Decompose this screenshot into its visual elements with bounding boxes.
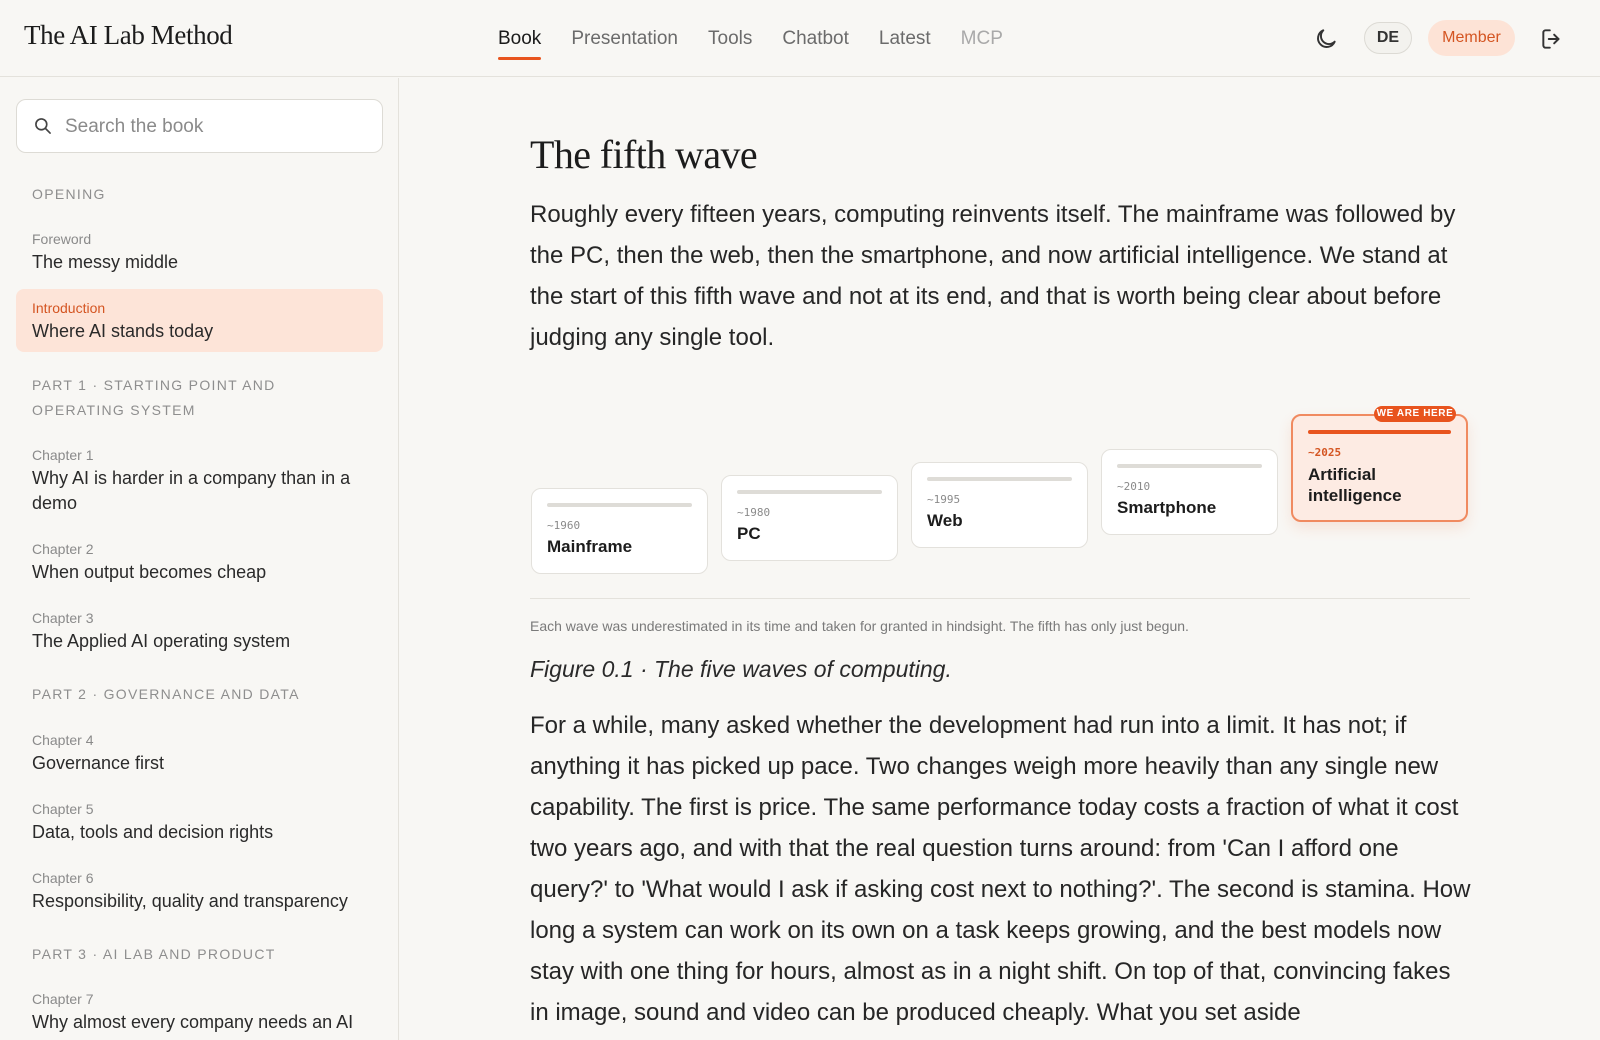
wave-bar — [737, 490, 882, 494]
toc-title: When output becomes cheap — [32, 562, 267, 582]
wave-card-smartphone[interactable]: ~2010 Smartphone — [1101, 449, 1278, 535]
toc-foreword[interactable]: Foreword The messy middle — [16, 220, 383, 283]
toc-chapter-3[interactable]: Chapter 3 The Applied AI operating syste… — [16, 599, 383, 662]
toc-introduction[interactable]: Introduction Where AI stands today — [16, 289, 383, 352]
toc-chapter-7[interactable]: Chapter 7 Why almost every company needs… — [16, 980, 383, 1040]
toc-kicker: Chapter 5 — [32, 801, 94, 817]
toc-kicker: Foreword — [32, 231, 92, 247]
book-sidebar: OPENING Foreword The messy middle Introd… — [0, 78, 399, 1040]
lead-paragraph: Roughly every fifteen years, computing r… — [530, 201, 1456, 351]
wave-year: ~1995 — [927, 493, 961, 506]
section-part-3: PART 3 · AI LAB AND PRODUCT — [32, 946, 276, 962]
we-are-here-badge: WE ARE HERE — [1374, 406, 1456, 422]
wave-name: Artificial intelligence — [1308, 465, 1402, 505]
wave-name: PC — [737, 524, 761, 543]
toc-title: Where AI stands today — [32, 321, 214, 341]
section-part-1: PART 1 · STARTING POINT AND OPERATING SY… — [32, 377, 276, 418]
figure-caption: Figure 0.1 · The five waves of computing… — [530, 656, 952, 682]
moon-icon[interactable] — [1313, 26, 1339, 52]
figure-note: Each wave was underestimated in its time… — [530, 618, 1189, 634]
wave-card-web[interactable]: ~1995 Web — [911, 462, 1088, 548]
toc-kicker: Chapter 2 — [32, 541, 94, 557]
wave-bar — [547, 503, 692, 507]
wave-card-ai[interactable]: ~2025 Artificial intelligence — [1291, 414, 1468, 522]
toc-title: Why almost every company needs an AI — [32, 1012, 354, 1032]
brand-logo[interactable]: The AI Lab Method — [24, 20, 233, 51]
wave-name: Mainframe — [547, 537, 633, 556]
nav-tools[interactable]: Tools — [708, 0, 752, 77]
search-box[interactable] — [16, 99, 383, 153]
main-nav: Book Presentation Tools Chatbot Latest M… — [498, 0, 1003, 77]
nav-presentation[interactable]: Presentation — [571, 0, 678, 77]
body-paragraph: For a while, many asked whether the deve… — [530, 712, 1471, 1026]
member-button[interactable]: Member — [1428, 20, 1515, 56]
wave-bar — [927, 477, 1072, 481]
toc-kicker: Chapter 6 — [32, 870, 94, 886]
toc-kicker: Chapter 4 — [32, 732, 94, 748]
toc-title: Responsibility, quality and transparency — [32, 891, 348, 911]
logout-icon[interactable] — [1539, 26, 1565, 52]
toc-kicker: Chapter 7 — [32, 991, 94, 1007]
wave-bar — [1308, 430, 1451, 434]
nav-book[interactable]: Book — [498, 0, 542, 77]
wave-name: Smartphone — [1117, 498, 1217, 517]
language-toggle[interactable]: DE — [1364, 22, 1412, 54]
wave-year: ~1960 — [547, 519, 581, 532]
nav-mcp[interactable]: MCP — [961, 0, 1003, 77]
wave-year: ~2010 — [1117, 480, 1151, 493]
toc-chapter-6[interactable]: Chapter 6 Responsibility, quality and tr… — [16, 859, 383, 922]
page-title: The fifth wave — [530, 132, 758, 177]
nav-chatbot[interactable]: Chatbot — [782, 0, 849, 77]
toc-title: The Applied AI operating system — [32, 631, 291, 651]
top-bar: The AI Lab Method Book Presentation Tool… — [0, 0, 1600, 77]
toc-chapter-2[interactable]: Chapter 2 When output becomes cheap — [16, 530, 383, 593]
nav-latest[interactable]: Latest — [879, 0, 931, 77]
toc-title: Governance first — [32, 753, 165, 773]
toc-chapter-1[interactable]: Chapter 1 Why AI is harder in a company … — [16, 436, 383, 524]
search-icon — [35, 118, 51, 134]
section-opening: OPENING — [32, 186, 106, 202]
wave-card-pc[interactable]: ~1980 PC — [721, 475, 898, 561]
wave-bar — [1117, 464, 1262, 468]
toc-title: Data, tools and decision rights — [32, 822, 274, 842]
toc-kicker: Chapter 3 — [32, 610, 94, 626]
wave-year: ~2025 — [1308, 446, 1342, 459]
search-input[interactable] — [65, 112, 365, 142]
toc-kicker: Chapter 1 — [32, 447, 94, 463]
toc-kicker: Introduction — [32, 300, 106, 316]
toc-title: The messy middle — [32, 252, 179, 272]
toc-chapter-5[interactable]: Chapter 5 Data, tools and decision right… — [16, 790, 383, 853]
wave-year: ~1980 — [737, 506, 771, 519]
toc-chapter-4[interactable]: Chapter 4 Governance first — [16, 721, 383, 784]
figure-divider — [530, 598, 1470, 599]
wave-name: Web — [927, 511, 963, 530]
section-part-2: PART 2 · GOVERNANCE AND DATA — [32, 686, 300, 702]
wave-card-mainframe[interactable]: ~1960 Mainframe — [531, 488, 708, 574]
toc-title: Why AI is harder in a company than in a … — [32, 468, 351, 513]
